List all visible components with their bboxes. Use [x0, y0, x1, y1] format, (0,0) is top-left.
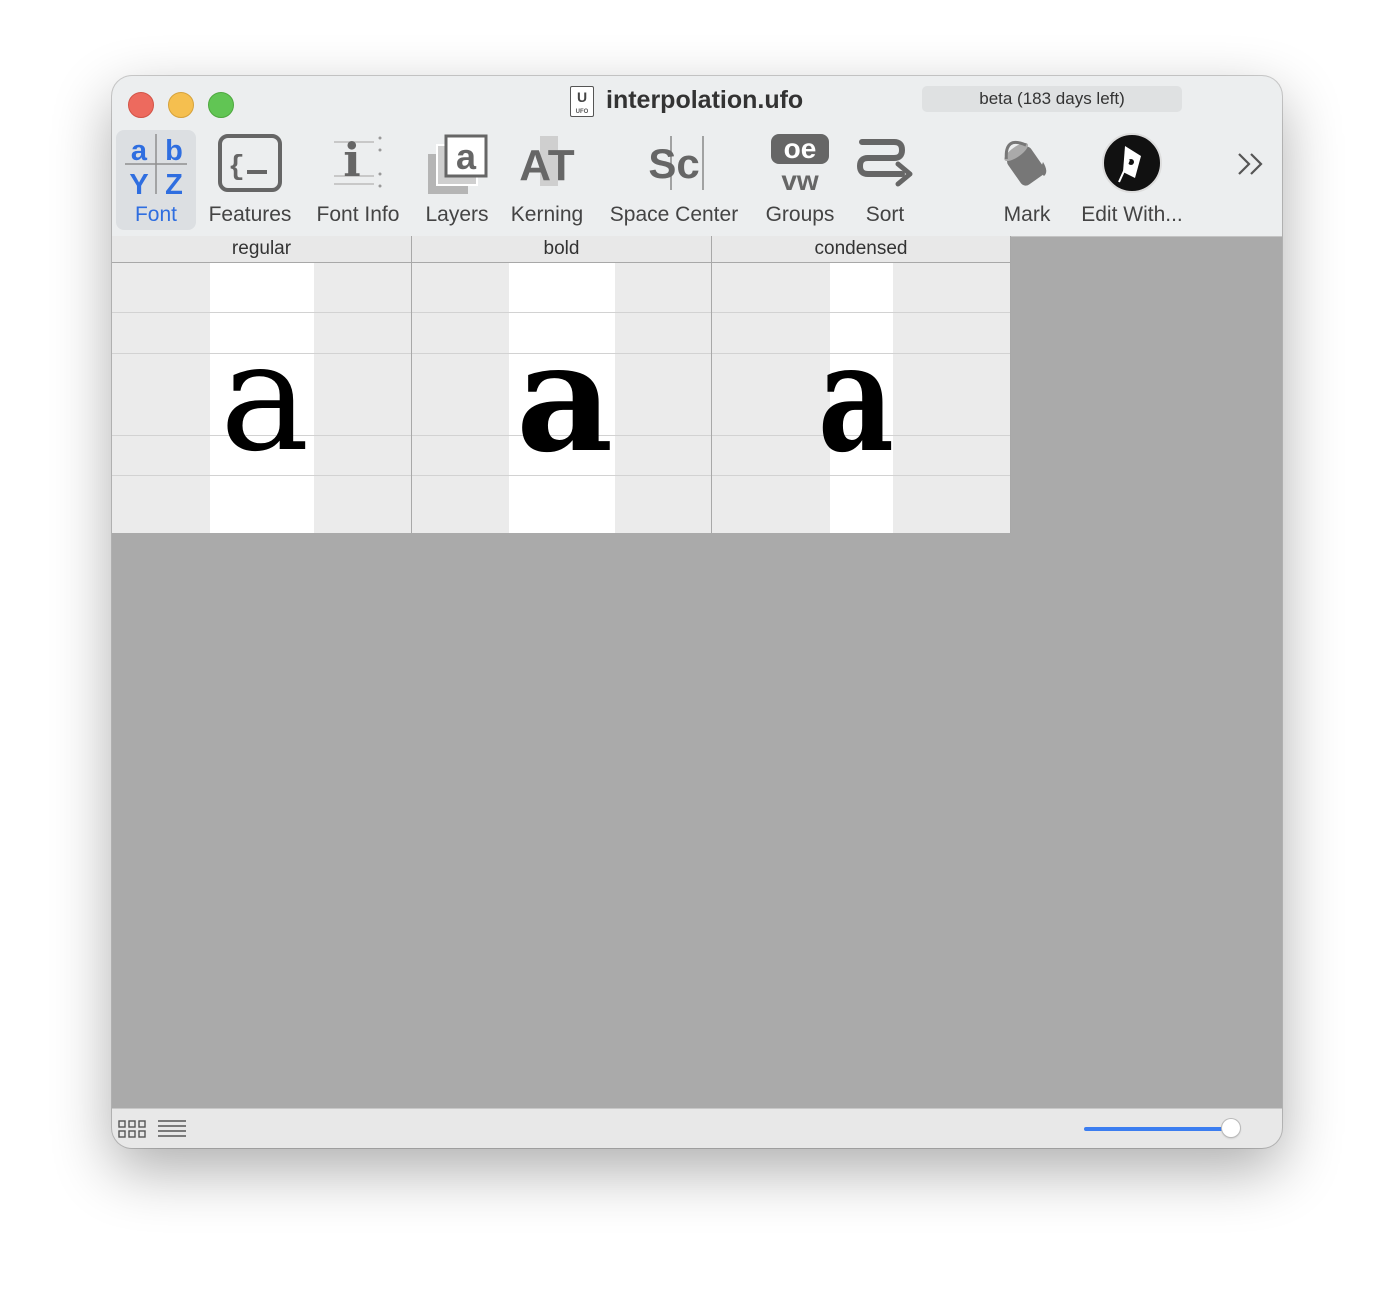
toolbar-features-button[interactable]: { Features	[202, 130, 298, 230]
toolbar-overflow-icon[interactable]	[1236, 152, 1266, 176]
toolbar-mark-button[interactable]: Mark	[992, 130, 1062, 230]
beta-badge: beta (183 days left)	[922, 86, 1182, 112]
glyph-a-regular: a	[220, 311, 310, 485]
font-info-icon: i	[334, 133, 382, 188]
toolbar-features-label: Features	[208, 203, 292, 226]
toolbar-groups-button[interactable]: oe vw Groups	[756, 130, 844, 230]
groups-icon: oe vw	[771, 133, 829, 194]
paint-bucket-icon	[1004, 140, 1047, 186]
font-icon-letter-z: Z	[165, 169, 183, 198]
cell-size-slider-track[interactable]	[1084, 1127, 1232, 1131]
column-header-condensed: condensed	[712, 236, 1011, 263]
font-icon-letter-y: Y	[129, 169, 148, 198]
toolbar-layers-button[interactable]: a Layers	[418, 130, 496, 230]
layers-icon: a	[428, 134, 488, 194]
sort-arrow-icon	[857, 139, 913, 187]
kerning-icon: AT	[519, 136, 575, 190]
cell-size-slider-knob[interactable]	[1222, 1119, 1240, 1137]
grid-view-icon[interactable]	[118, 1119, 146, 1139]
kerning-icon-letters: AT	[519, 141, 575, 190]
groups-icon-top: oe	[784, 133, 817, 164]
glyph-cell-condensed[interactable]: a	[712, 263, 1011, 533]
toolbar-fontinfo-button[interactable]: i Font Info	[308, 130, 408, 230]
column-header-regular: regular	[112, 236, 412, 263]
space-center-letters: Sc	[648, 140, 699, 187]
glyph-cell-regular[interactable]: a	[112, 263, 412, 533]
doc-icon-caption: UFO	[575, 109, 589, 115]
toolbar-groups-label: Groups	[765, 203, 835, 226]
space-center-icon: Sc	[648, 136, 704, 190]
features-code-icon: {	[218, 134, 282, 192]
layers-icon-letter: a	[456, 136, 477, 177]
glyph-cell-bold[interactable]: a	[412, 263, 712, 533]
toolbar-fontinfo-label: Font Info	[316, 203, 400, 226]
toolbar-kerning-button[interactable]: AT Kerning	[504, 130, 590, 230]
font-icon-letter-b: b	[165, 135, 183, 167]
groups-icon-bottom: vw	[781, 165, 819, 194]
toolbar-editwith-label: Edit With...	[1081, 203, 1183, 226]
glyph-a-condensed: a	[818, 310, 894, 486]
toolbar-spacecenter-button[interactable]: Sc Space Center	[600, 130, 748, 230]
bottom-bar	[112, 1108, 1282, 1148]
minimize-button[interactable]	[168, 92, 194, 118]
column-header-bold: bold	[412, 236, 712, 263]
pen-nib-icon	[1102, 133, 1162, 193]
toolbar-layers-label: Layers	[425, 203, 489, 226]
toolbar-spacecenter-label: Space Center	[609, 203, 739, 226]
toolbar-editwith-button[interactable]: Edit With...	[1072, 130, 1192, 230]
ufo-document-icon: U UFO	[570, 86, 594, 117]
close-button[interactable]	[128, 92, 154, 118]
doc-icon-letter: U	[576, 89, 588, 105]
font-window: U UFO interpolation.ufo beta (183 days l…	[112, 76, 1282, 1148]
toolbar-kerning-label: Kerning	[510, 203, 584, 226]
font-icon-letter-a: a	[131, 135, 148, 167]
list-view-icon[interactable]	[158, 1119, 186, 1139]
toolbar-font-label: Font	[134, 203, 178, 226]
zoom-button[interactable]	[208, 92, 234, 118]
svg-text:{: {	[228, 152, 245, 183]
window-title: interpolation.ufo	[606, 86, 804, 114]
titlebar: U UFO interpolation.ufo beta (183 days l…	[112, 76, 1282, 237]
glyph-a-bold: a	[516, 310, 614, 486]
toolbar-sort-label: Sort	[865, 203, 905, 226]
font-grid-icon: a b Y Z	[125, 134, 187, 198]
font-info-letter: i	[343, 133, 360, 187]
toolbar-mark-label: Mark	[1003, 203, 1051, 226]
toolbar-font-button[interactable]: a b Y Z Font	[116, 130, 196, 230]
toolbar-sort-button[interactable]: Sort	[852, 130, 918, 230]
